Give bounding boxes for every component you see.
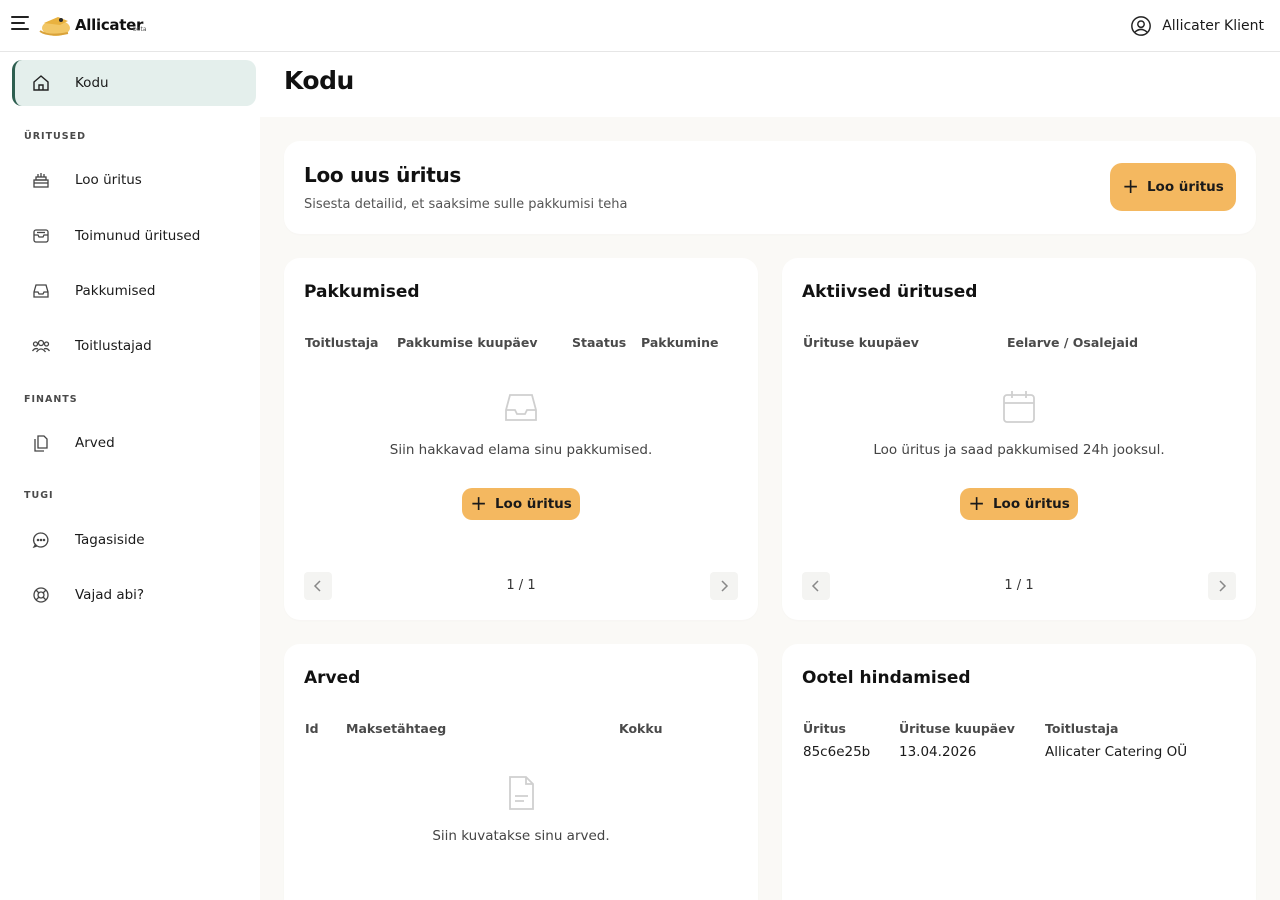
inbox-icon: [505, 394, 537, 421]
offers-title: Pakkumised: [304, 282, 420, 302]
column-header[interactable]: Kokku: [619, 721, 663, 736]
sidebar-item-label: Toitlustajad: [75, 338, 152, 354]
chat-bubble-icon: [32, 532, 49, 549]
sidebar-item-label: Toimunud üritused: [75, 228, 201, 244]
column-header[interactable]: Toitlustaja: [305, 335, 378, 350]
active-events-title: Aktiivsed üritused: [802, 282, 978, 302]
document-icon: [509, 776, 534, 810]
sidebar-item-label: Pakkumised: [75, 283, 156, 299]
archive-icon: [33, 229, 49, 243]
alligator-logo-icon[interactable]: [38, 11, 72, 39]
top-header: Allicater beta Allicater Klient: [0, 0, 1280, 52]
create-event-subtitle: Sisesta detailid, et saaksime sulle pakk…: [304, 197, 628, 212]
sidebar-item-create-event[interactable]: Loo üritus: [12, 157, 256, 203]
table-cell: 13.04.2026: [899, 744, 977, 760]
pager-indicator: 1 / 1: [1004, 578, 1034, 593]
sidebar: Kodu ÜRITUSED Loo üritus Toimunud üritus…: [0, 53, 260, 900]
create-event-button[interactable]: + Loo üritus: [1110, 163, 1236, 211]
menu-icon[interactable]: [11, 16, 29, 30]
documents-icon: [34, 435, 48, 452]
offers-create-event-button[interactable]: + Loo üritus: [462, 488, 580, 520]
sidebar-item-invoices[interactable]: Arved: [12, 420, 256, 466]
column-header[interactable]: Eelarve / Osalejaid: [1007, 335, 1138, 350]
beta-badge: beta: [133, 26, 147, 33]
user-menu[interactable]: Allicater Klient: [1130, 15, 1264, 37]
create-event-title: Loo uus üritus: [304, 163, 461, 187]
chevron-right-icon: [721, 580, 729, 592]
column-header[interactable]: Üritus: [803, 721, 846, 736]
create-event-button-label: Loo üritus: [1146, 179, 1224, 195]
next-page-button[interactable]: [1208, 572, 1236, 600]
calendar-icon: [1003, 391, 1035, 423]
sidebar-item-label: Vajad abi?: [75, 587, 145, 603]
column-header[interactable]: Ürituse kuupäev: [803, 335, 919, 350]
sidebar-item-help[interactable]: Vajad abi?: [12, 572, 256, 618]
plus-icon: +: [470, 491, 487, 515]
user-circle-icon: [1131, 16, 1152, 36]
sidebar-item-label: Kodu: [75, 75, 109, 91]
active-events-card: Aktiivsed üritused Ürituse kuupäev Eelar…: [782, 258, 1256, 620]
pager-indicator: 1 / 1: [506, 578, 536, 593]
column-header[interactable]: Id: [305, 721, 319, 736]
lifebuoy-icon: [33, 587, 49, 603]
section-label-finance: FINANTS: [24, 394, 78, 405]
offers-create-event-label: Loo üritus: [494, 496, 572, 512]
next-page-button[interactable]: [710, 572, 738, 600]
active-create-event-label: Loo üritus: [992, 496, 1070, 512]
invoices-empty-text: Siin kuvatakse sinu arved.: [432, 828, 610, 844]
sidebar-item-feedback[interactable]: Tagasiside: [12, 517, 256, 563]
column-header[interactable]: Toitlustaja: [1045, 721, 1118, 736]
plus-icon: +: [968, 491, 985, 515]
table-cell: Allicater Catering OÜ: [1045, 744, 1188, 760]
pending-ratings-card: Ootel hindamised Üritus Ürituse kuupäev …: [782, 644, 1256, 900]
active-create-event-button[interactable]: + Loo üritus: [960, 488, 1078, 520]
sidebar-item-label: Loo üritus: [75, 172, 142, 188]
sidebar-item-caterers[interactable]: Toitlustajad: [12, 323, 256, 369]
offers-card: Pakkumised Toitlustaja Pakkumise kuupäev…: [284, 258, 758, 620]
offers-empty-text: Siin hakkavad elama sinu pakkumised.: [389, 442, 653, 458]
column-header[interactable]: Staatus: [572, 335, 626, 350]
sidebar-item-home[interactable]: Kodu: [12, 60, 256, 106]
cake-icon: [33, 173, 49, 188]
users-icon: [31, 339, 51, 353]
page-title: Kodu: [284, 66, 354, 95]
inbox-icon: [33, 284, 49, 298]
active-events-empty-text: Loo üritus ja saad pakkumised 24h jooksu…: [873, 442, 1165, 458]
plus-icon: +: [1122, 174, 1139, 198]
chevron-right-icon: [1219, 580, 1227, 592]
home-icon: [33, 75, 49, 91]
invoices-title: Arved: [304, 668, 361, 688]
sidebar-item-label: Arved: [75, 435, 115, 451]
sidebar-item-label: Tagasiside: [75, 532, 145, 548]
column-header[interactable]: Maksetähtaeg: [346, 721, 446, 736]
column-header[interactable]: Pakkumine: [641, 335, 718, 350]
section-label-events: ÜRITUSED: [24, 131, 86, 142]
table-cell: 85c6e25b: [803, 744, 871, 760]
column-header[interactable]: Ürituse kuupäev: [899, 721, 1015, 736]
sidebar-item-past-events[interactable]: Toimunud üritused: [12, 213, 256, 259]
sidebar-item-offers[interactable]: Pakkumised: [12, 268, 256, 314]
user-name: Allicater Klient: [1162, 18, 1264, 34]
pending-ratings-title: Ootel hindamised: [802, 668, 971, 688]
create-event-card: Loo uus üritus Sisesta detailid, et saak…: [284, 141, 1256, 234]
column-header[interactable]: Pakkumise kuupäev: [397, 335, 538, 350]
section-label-support: TUGI: [24, 490, 54, 501]
invoices-card: Arved Id Maksetähtaeg Kokku Siin kuvatak…: [284, 644, 758, 900]
